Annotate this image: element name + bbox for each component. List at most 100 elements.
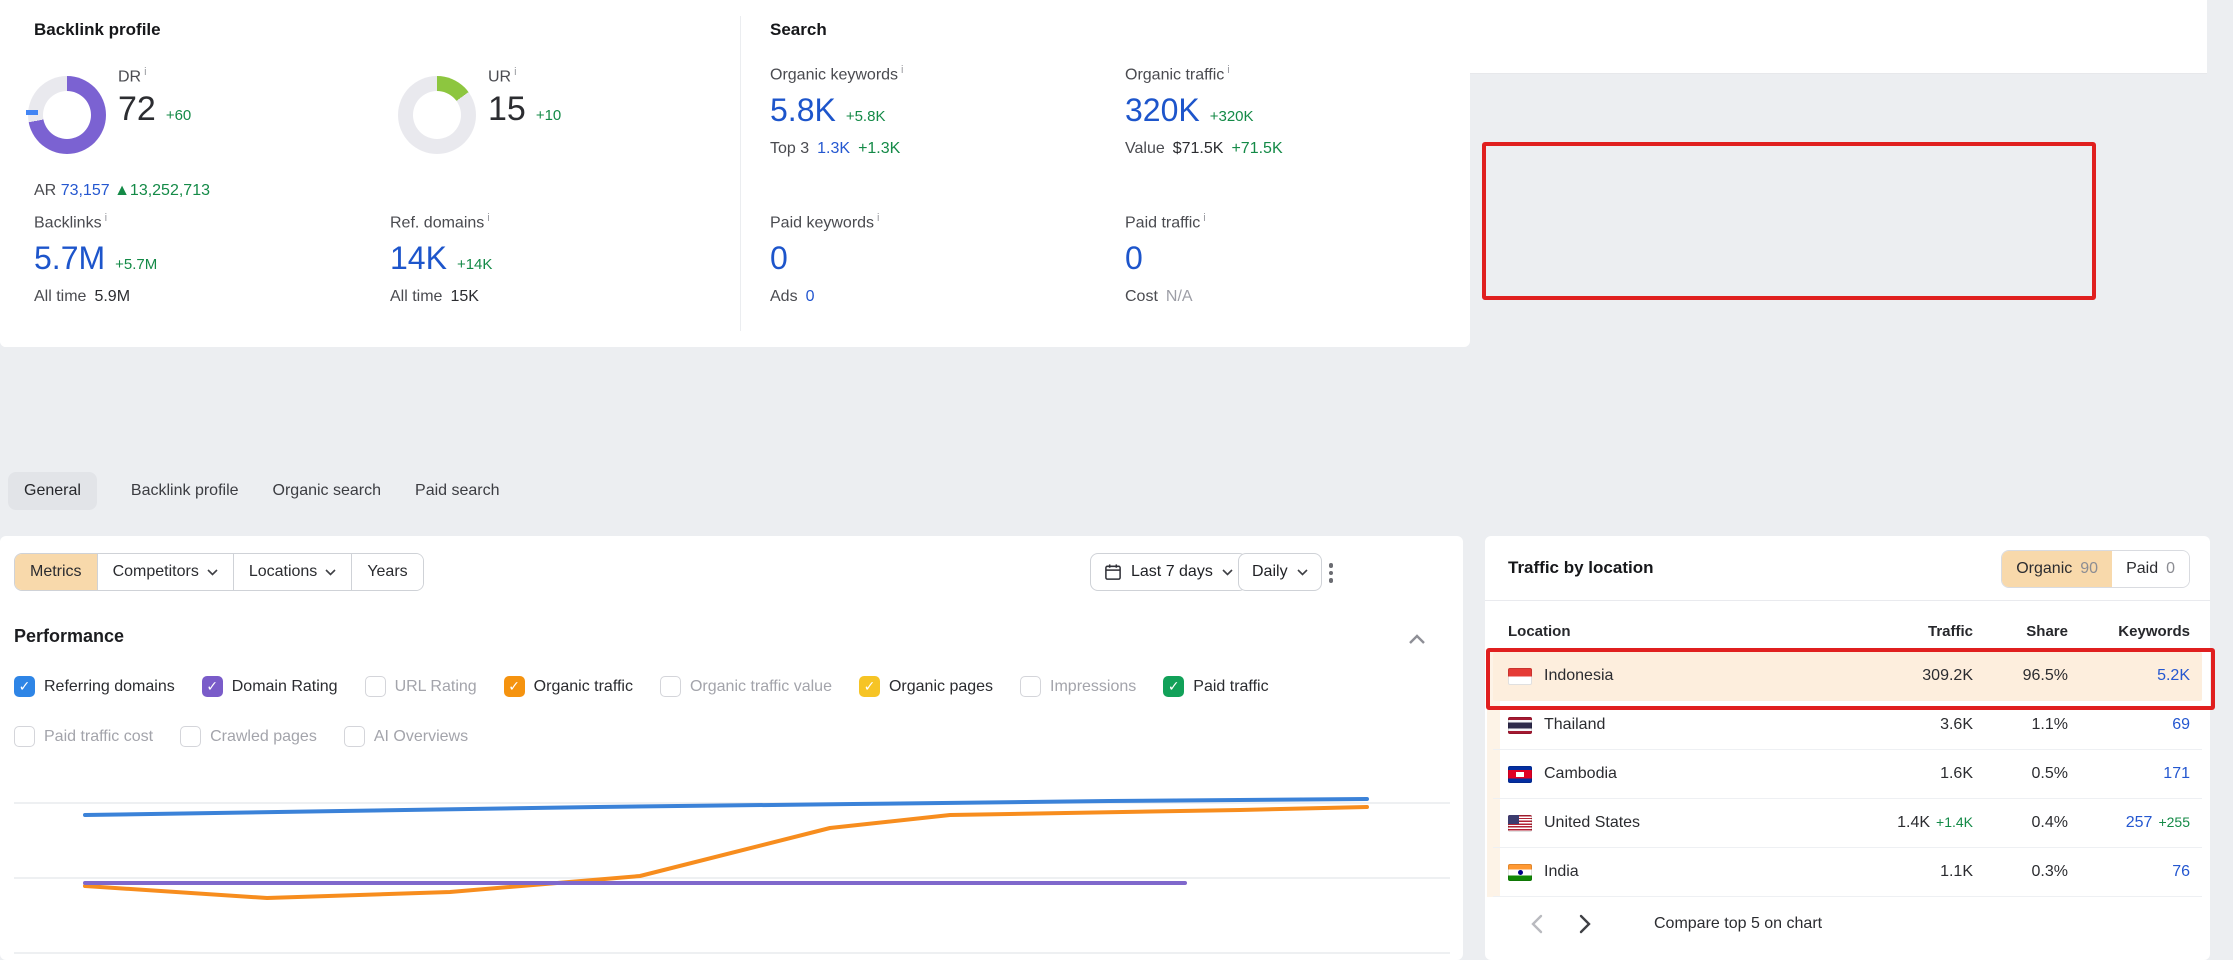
keywords-link[interactable]: 76 <box>2172 863 2190 880</box>
flag-india-icon <box>1508 864 1532 881</box>
metric-organic-pages[interactable]: ✓Organic pages <box>859 676 993 697</box>
performance-title: Performance <box>14 626 124 647</box>
compare-top5-link[interactable]: Compare top 5 on chart <box>1654 915 1822 933</box>
metric-referring-domains[interactable]: ✓Referring domains <box>14 676 175 697</box>
ur-donut-chart <box>398 76 476 154</box>
ar-delta: ▲13,252,713 <box>114 182 210 199</box>
organic-traffic-value-link[interactable]: 320K <box>1125 92 1200 129</box>
segment-years[interactable]: Years <box>351 554 422 590</box>
section-tabs: General Backlink profile Organic search … <box>8 472 500 510</box>
location-table-header: Location Traffic Share Keywords <box>1508 616 2190 646</box>
chevron-down-icon <box>1222 569 1233 576</box>
dr-stat: DRi 72 +60 <box>118 66 191 129</box>
ar-value-link[interactable]: 73,157 <box>61 182 110 199</box>
location-pagination: Compare top 5 on chart <box>1530 914 1822 934</box>
metric-organic-traffic[interactable]: ✓Organic traffic <box>504 676 633 697</box>
metric-url-rating[interactable]: URL Rating <box>365 676 477 697</box>
chevron-down-icon <box>325 569 336 576</box>
ref-domains-value-link[interactable]: 14K <box>390 240 447 277</box>
col-keywords: Keywords <box>2068 623 2190 640</box>
info-icon[interactable]: i <box>105 212 107 224</box>
flag-indonesia-icon <box>1508 668 1532 685</box>
dr-delta: +60 <box>166 107 191 124</box>
checkbox: ✓ <box>202 676 223 697</box>
organic-paid-toggle: Organic90 Paid0 <box>2001 550 2190 588</box>
metric-domain-rating[interactable]: ✓Domain Rating <box>202 676 338 697</box>
next-page-icon[interactable] <box>1579 914 1592 934</box>
info-icon[interactable]: i <box>877 212 879 224</box>
table-row-indonesia[interactable]: Indonesia 309.2K 96.5% 5.2K <box>1493 652 2202 701</box>
collapse-chevron-up-icon[interactable] <box>1408 632 1426 650</box>
tab-organic-search[interactable]: Organic search <box>273 472 382 510</box>
kebab-menu-icon[interactable] <box>1322 562 1340 584</box>
checkbox <box>365 676 386 697</box>
segment-competitors[interactable]: Competitors <box>97 554 233 590</box>
metric-toggles-row-1: ✓Referring domains ✓Domain Rating URL Ra… <box>14 676 1269 697</box>
organic-keywords-value-link[interactable]: 5.8K <box>770 92 836 129</box>
keywords-link[interactable]: 257 <box>2126 814 2153 831</box>
metric-paid-traffic-cost[interactable]: Paid traffic cost <box>14 726 153 747</box>
tab-paid-search[interactable]: Paid search <box>415 472 500 510</box>
backlinks-stat: Backlinksi 5.7M +5.7M All time 5.9M <box>34 212 157 306</box>
segment-metrics[interactable]: Metrics <box>15 554 97 590</box>
traffic-by-location-panel: Traffic by location Organic90 Paid0 Loca… <box>1485 536 2210 960</box>
table-row-thailand[interactable]: Thailand 3.6K 1.1% 69 <box>1493 701 2202 750</box>
info-icon[interactable]: i <box>1203 212 1205 224</box>
keywords-link[interactable]: 5.2K <box>2157 667 2190 684</box>
table-row-india[interactable]: India 1.1K 0.3% 76 <box>1493 848 2202 897</box>
calendar-icon <box>1104 563 1122 581</box>
granularity-dropdown[interactable]: Daily <box>1238 553 1322 591</box>
divider <box>1485 600 2210 601</box>
checkbox <box>660 676 681 697</box>
info-icon[interactable]: i <box>514 66 516 78</box>
keywords-link[interactable]: 69 <box>2172 716 2190 733</box>
info-icon[interactable]: i <box>144 66 146 78</box>
checkbox <box>14 726 35 747</box>
chart-mode-segmented-control: Metrics Competitors Locations Years <box>14 553 424 591</box>
dr-donut-chart <box>28 76 106 154</box>
metric-ai-overviews[interactable]: AI Overviews <box>344 726 468 747</box>
metric-paid-traffic[interactable]: ✓Paid traffic <box>1163 676 1268 697</box>
search-title: Search <box>770 20 827 40</box>
flag-thailand-icon <box>1508 717 1532 734</box>
backlinks-value-link[interactable]: 5.7M <box>34 240 105 277</box>
toggle-organic[interactable]: Organic90 <box>2002 551 2112 587</box>
dr-value: 72 <box>118 90 156 129</box>
segment-locations[interactable]: Locations <box>233 554 352 590</box>
prev-page-icon[interactable] <box>1530 914 1543 934</box>
ur-delta: +10 <box>536 107 561 124</box>
checkbox: ✓ <box>859 676 880 697</box>
performance-line-chart[interactable] <box>14 788 1450 960</box>
info-icon[interactable]: i <box>1227 64 1229 76</box>
traffic-by-location-title: Traffic by location <box>1508 558 1653 578</box>
checkbox <box>1020 676 1041 697</box>
tab-backlink-profile[interactable]: Backlink profile <box>131 472 239 510</box>
info-icon[interactable]: i <box>487 212 489 224</box>
flag-united-states-icon <box>1508 815 1532 832</box>
granularity-label: Daily <box>1252 563 1288 581</box>
toggle-paid[interactable]: Paid0 <box>2112 551 2189 587</box>
paid-traffic-value-link[interactable]: 0 <box>1125 240 1143 277</box>
ref-domains-stat: Ref. domainsi 14K +14K All time 15K <box>390 212 492 306</box>
table-row-cambodia[interactable]: Cambodia 1.6K 0.5% 171 <box>1493 750 2202 799</box>
paid-keywords-value-link[interactable]: 0 <box>770 240 788 277</box>
tab-general[interactable]: General <box>8 472 97 510</box>
location-table: Indonesia 309.2K 96.5% 5.2K Thailand 3.6… <box>1493 652 2202 897</box>
date-range-dropdown[interactable]: Last 7 days <box>1090 553 1247 591</box>
checkbox <box>180 726 201 747</box>
metric-impressions[interactable]: Impressions <box>1020 676 1136 697</box>
keywords-link[interactable]: 171 <box>2163 765 2190 782</box>
ur-value: 15 <box>488 90 526 129</box>
annotation-box-search-organic-metrics <box>1482 142 2096 300</box>
backlink-profile-title: Backlink profile <box>34 20 161 40</box>
paid-traffic-stat: Paid traffici 0 Cost N/A <box>1125 212 1206 306</box>
top3-value-link[interactable]: 1.3K <box>817 140 850 158</box>
table-row-united-states[interactable]: United States 1.4K+1.4K 0.4% 257+255 <box>1493 799 2202 848</box>
organic-keywords-stat: Organic keywordsi 5.8K +5.8K Top 3 1.3K … <box>770 64 904 158</box>
ads-value-link[interactable]: 0 <box>806 288 815 306</box>
info-icon[interactable]: i <box>901 64 903 76</box>
flag-cambodia-icon <box>1508 766 1532 783</box>
metric-crawled-pages[interactable]: Crawled pages <box>180 726 317 747</box>
checkbox: ✓ <box>1163 676 1184 697</box>
metric-organic-traffic-value[interactable]: Organic traffic value <box>660 676 832 697</box>
